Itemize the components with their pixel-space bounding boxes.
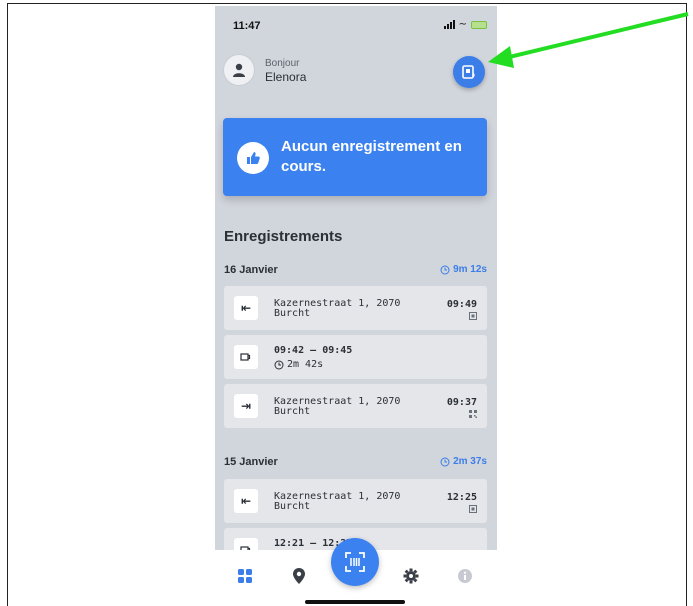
exit-arrow-icon: ⇤ bbox=[234, 296, 258, 320]
entry-address: Kazernestraat 1, 2070 Burcht bbox=[274, 299, 400, 319]
banner-text: Aucun enregistrement en cours. bbox=[281, 138, 462, 175]
dashboard-icon[interactable] bbox=[235, 566, 255, 586]
avatar[interactable] bbox=[223, 54, 255, 86]
phone-screen: 11:47 ∼ Bonjour Elenora Aucun enregistre… bbox=[215, 6, 497, 606]
address-city: Burcht bbox=[274, 406, 311, 417]
address-city: Burcht bbox=[274, 501, 311, 512]
signal-icon bbox=[443, 20, 455, 29]
nfc-scan-button[interactable] bbox=[453, 56, 485, 88]
status-time: 11:47 bbox=[233, 20, 261, 32]
scan-icon bbox=[345, 552, 365, 572]
greeting-text: Bonjour bbox=[265, 58, 300, 69]
thumbs-up-icon bbox=[237, 142, 269, 174]
settings-gear-icon[interactable] bbox=[401, 566, 421, 586]
coffee-cup-icon bbox=[234, 345, 258, 369]
clock-icon bbox=[440, 265, 450, 274]
break-times: 09:42 — 09:45 bbox=[274, 345, 352, 356]
user-icon bbox=[233, 63, 245, 77]
scan-button[interactable] bbox=[331, 538, 379, 586]
day-duration-value: 2m 37s bbox=[453, 456, 487, 467]
day-date: 15 Janvier bbox=[224, 456, 278, 468]
status-bar: 11:47 ∼ bbox=[215, 6, 497, 42]
qr-code-icon bbox=[469, 410, 477, 418]
home-indicator bbox=[305, 600, 405, 604]
break-duration-value: 2m 42s bbox=[287, 359, 324, 370]
entry-address: Kazernestraat 1, 2070 Burcht bbox=[274, 492, 400, 512]
break-end: 09:45 bbox=[322, 345, 353, 356]
user-name: Elenora bbox=[265, 70, 307, 84]
info-icon[interactable] bbox=[455, 566, 475, 586]
list-item[interactable]: ⇤ Kazernestraat 1, 2070 Burcht 12:25 bbox=[224, 479, 487, 523]
status-icons: ∼ bbox=[443, 19, 487, 30]
entry-time: 12:25 bbox=[446, 492, 477, 503]
status-banner: Aucun enregistrement en cours. bbox=[223, 118, 487, 196]
address-city: Burcht bbox=[274, 308, 311, 319]
wifi-icon: ∼ bbox=[458, 19, 467, 30]
break-separator: — bbox=[310, 345, 317, 356]
break-duration: 2m 42s bbox=[274, 359, 323, 370]
break-start: 09:42 bbox=[274, 345, 305, 356]
break-separator: — bbox=[310, 538, 317, 549]
list-item[interactable]: ⇥ Kazernestraat 1, 2070 Burcht 09:37 bbox=[224, 384, 487, 428]
exit-arrow-icon: ⇤ bbox=[234, 489, 258, 513]
entry-time: 09:37 bbox=[446, 397, 477, 408]
battery-icon bbox=[471, 20, 487, 29]
clock-icon bbox=[274, 360, 284, 369]
entry-address: Kazernestraat 1, 2070 Burcht bbox=[274, 397, 400, 417]
list-item[interactable]: 09:42 — 09:45 2m 42s bbox=[224, 335, 487, 379]
section-title: Enregistrements bbox=[224, 228, 343, 245]
day-duration-value: 9m 12s bbox=[453, 264, 487, 275]
list-item[interactable]: ⇤ Kazernestraat 1, 2070 Burcht 09:49 bbox=[224, 286, 487, 330]
nfc-tag-icon bbox=[469, 312, 477, 320]
nfc-tag-icon bbox=[469, 505, 477, 513]
entry-time: 09:49 bbox=[446, 299, 477, 310]
day-date: 16 Janvier bbox=[224, 264, 278, 276]
enter-arrow-icon: ⇥ bbox=[234, 394, 258, 418]
location-pin-icon[interactable] bbox=[289, 566, 309, 586]
day-duration: 2m 37s bbox=[440, 456, 487, 467]
clock-icon bbox=[440, 457, 450, 466]
nfc-tag-icon bbox=[462, 65, 475, 79]
day-duration: 9m 12s bbox=[440, 264, 487, 275]
break-start: 12:21 bbox=[274, 538, 305, 549]
